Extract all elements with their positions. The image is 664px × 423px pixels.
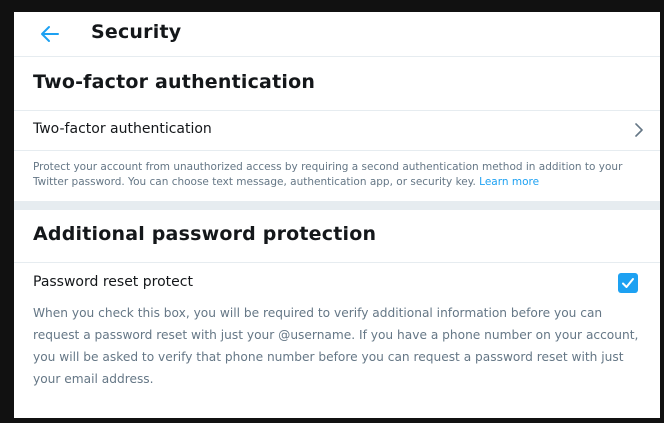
learn-more-link[interactable]: Learn more (479, 176, 539, 188)
chevron-right-icon (634, 122, 644, 138)
security-settings-panel: Security Two-factor authentication Two-f… (14, 12, 660, 418)
section-separator (14, 201, 660, 210)
section-title-password-protection: Additional password protection (33, 223, 377, 245)
screenshot-frame: Security Two-factor authentication Two-f… (0, 0, 664, 423)
password-reset-protect-checkbox[interactable] (618, 273, 638, 293)
page-header: Security (14, 12, 660, 57)
password-reset-protect-description: When you check this box, you will be req… (33, 306, 639, 386)
section-title-two-factor: Two-factor authentication (33, 71, 316, 93)
password-reset-protect-label: Password reset protect (33, 274, 193, 290)
arrow-left-icon[interactable] (39, 23, 61, 45)
two-factor-row-label: Two-factor authentication (33, 121, 212, 137)
two-factor-authentication-row[interactable]: Two-factor authentication (14, 111, 660, 149)
password-reset-protect-row[interactable]: Password reset protect (14, 268, 660, 298)
page-title: Security (91, 21, 182, 43)
checkmark-icon (622, 278, 634, 288)
divider (14, 150, 660, 151)
divider (14, 262, 660, 263)
two-factor-description: Protect your account from unauthorized a… (33, 160, 633, 190)
